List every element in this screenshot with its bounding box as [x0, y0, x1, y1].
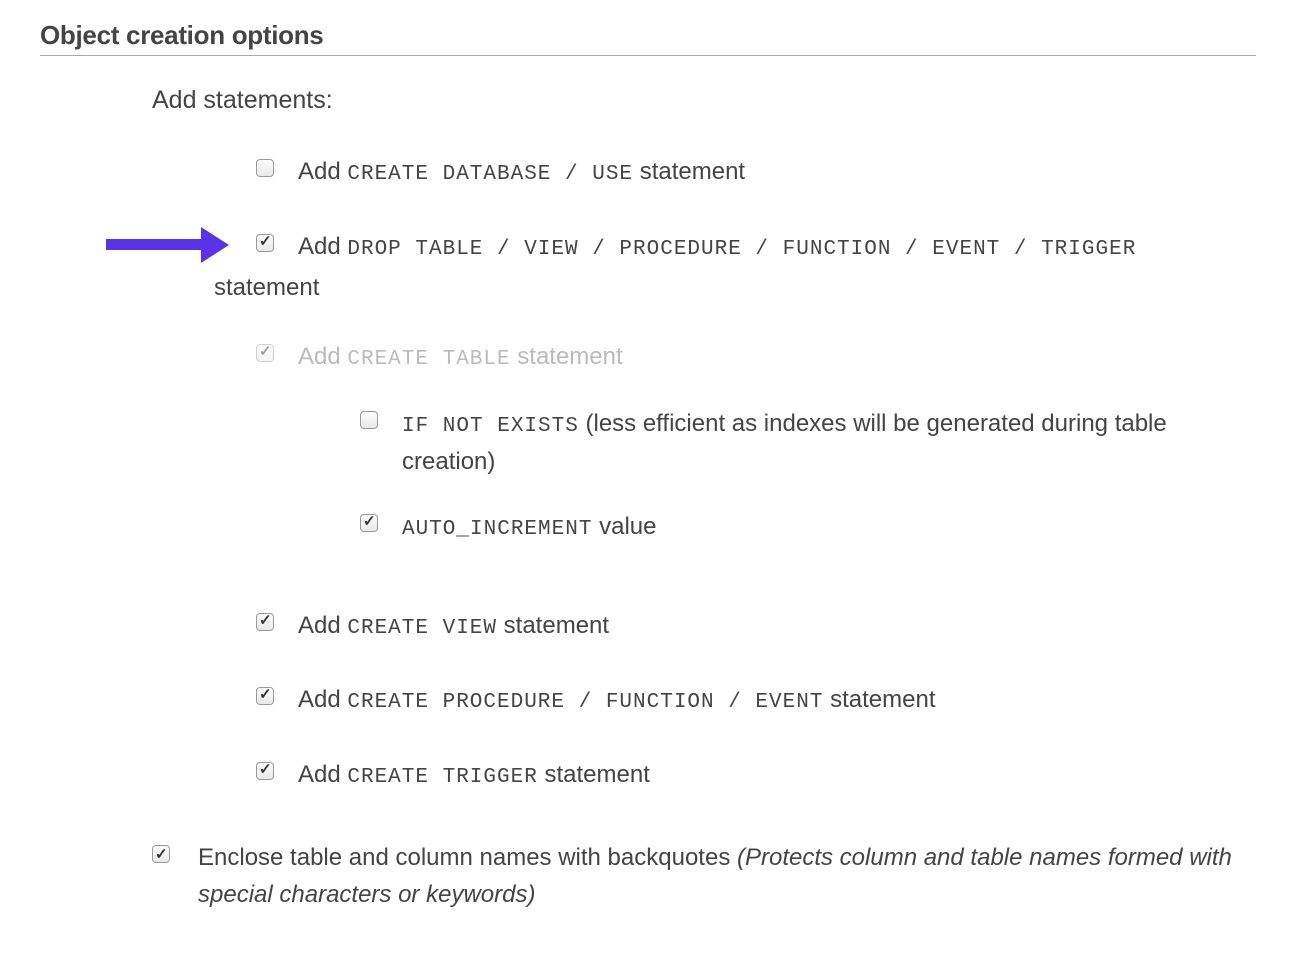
label-create-database: Add CREATE DATABASE / USE statement	[298, 153, 1256, 192]
label-create-trigger: Add CREATE TRIGGER statement	[298, 756, 1256, 795]
label-code: CREATE TRIGGER	[347, 766, 537, 789]
label-post: value	[592, 513, 656, 540]
label-continuation: statement	[214, 274, 1214, 302]
label-pre: Add	[298, 158, 347, 185]
checkbox-create-trigger[interactable]	[256, 762, 274, 780]
label-code: CREATE DATABASE / USE	[347, 163, 633, 186]
label-pre: Add	[298, 686, 347, 713]
arrow-right-icon	[106, 232, 246, 258]
label-post: statement	[823, 686, 935, 713]
option-create-view: Add CREATE VIEW statement	[256, 607, 1256, 646]
label-code: IF NOT EXISTS	[402, 415, 579, 438]
label-post: statement	[497, 612, 609, 639]
option-auto-increment: AUTO_INCREMENT value	[360, 508, 1256, 547]
label-create-procedure: Add CREATE PROCEDURE / FUNCTION / EVENT …	[298, 681, 1256, 720]
label-pre: Add	[298, 761, 347, 788]
checkbox-if-not-exists[interactable]	[360, 411, 378, 429]
option-create-table: Add CREATE TABLE statement	[256, 338, 1256, 377]
option-enclose-backquotes: Enclose table and column names with back…	[152, 839, 1256, 913]
checkbox-create-view[interactable]	[256, 613, 274, 631]
checkbox-enclose-backquotes[interactable]	[152, 845, 170, 863]
label-code: DROP TABLE / VIEW / PROCEDURE / FUNCTION…	[347, 238, 1136, 261]
label-code: AUTO_INCREMENT	[402, 518, 592, 541]
label-post: statement	[538, 761, 650, 788]
checkbox-create-procedure[interactable]	[256, 687, 274, 705]
label-if-not-exists: IF NOT EXISTS (less efficient as indexes…	[402, 405, 1256, 481]
label-pre: Add	[298, 612, 347, 639]
option-create-database: Add CREATE DATABASE / USE statement	[256, 153, 1256, 192]
option-create-procedure: Add CREATE PROCEDURE / FUNCTION / EVENT …	[256, 681, 1256, 720]
label-post: statement	[633, 158, 745, 185]
checkbox-drop-table[interactable]	[256, 234, 274, 252]
label-pre: Add	[298, 233, 347, 260]
label-create-view: Add CREATE VIEW statement	[298, 607, 1256, 646]
add-statements-label: Add statements:	[152, 86, 1256, 115]
label-code: CREATE PROCEDURE / FUNCTION / EVENT	[347, 691, 823, 714]
label-post: statement	[511, 343, 623, 370]
option-if-not-exists: IF NOT EXISTS (less efficient as indexes…	[360, 405, 1256, 481]
label-drop-table: Add DROP TABLE / VIEW / PROCEDURE / FUNC…	[298, 228, 1256, 267]
option-drop-table: Add DROP TABLE / VIEW / PROCEDURE / FUNC…	[256, 228, 1256, 303]
label-pre: Add	[298, 343, 347, 370]
label-text: Enclose table and column names with back…	[198, 844, 737, 871]
label-code: CREATE TABLE	[347, 348, 510, 371]
option-create-trigger: Add CREATE TRIGGER statement	[256, 756, 1256, 795]
checkbox-create-table	[256, 344, 274, 362]
label-auto-increment: AUTO_INCREMENT value	[402, 508, 1256, 547]
label-create-table: Add CREATE TABLE statement	[298, 338, 1256, 377]
checkbox-create-database[interactable]	[256, 159, 274, 177]
label-enclose-backquotes: Enclose table and column names with back…	[198, 839, 1256, 913]
section-heading: Object creation options	[40, 20, 1256, 56]
label-code: CREATE VIEW	[347, 617, 497, 640]
checkbox-auto-increment[interactable]	[360, 514, 378, 532]
